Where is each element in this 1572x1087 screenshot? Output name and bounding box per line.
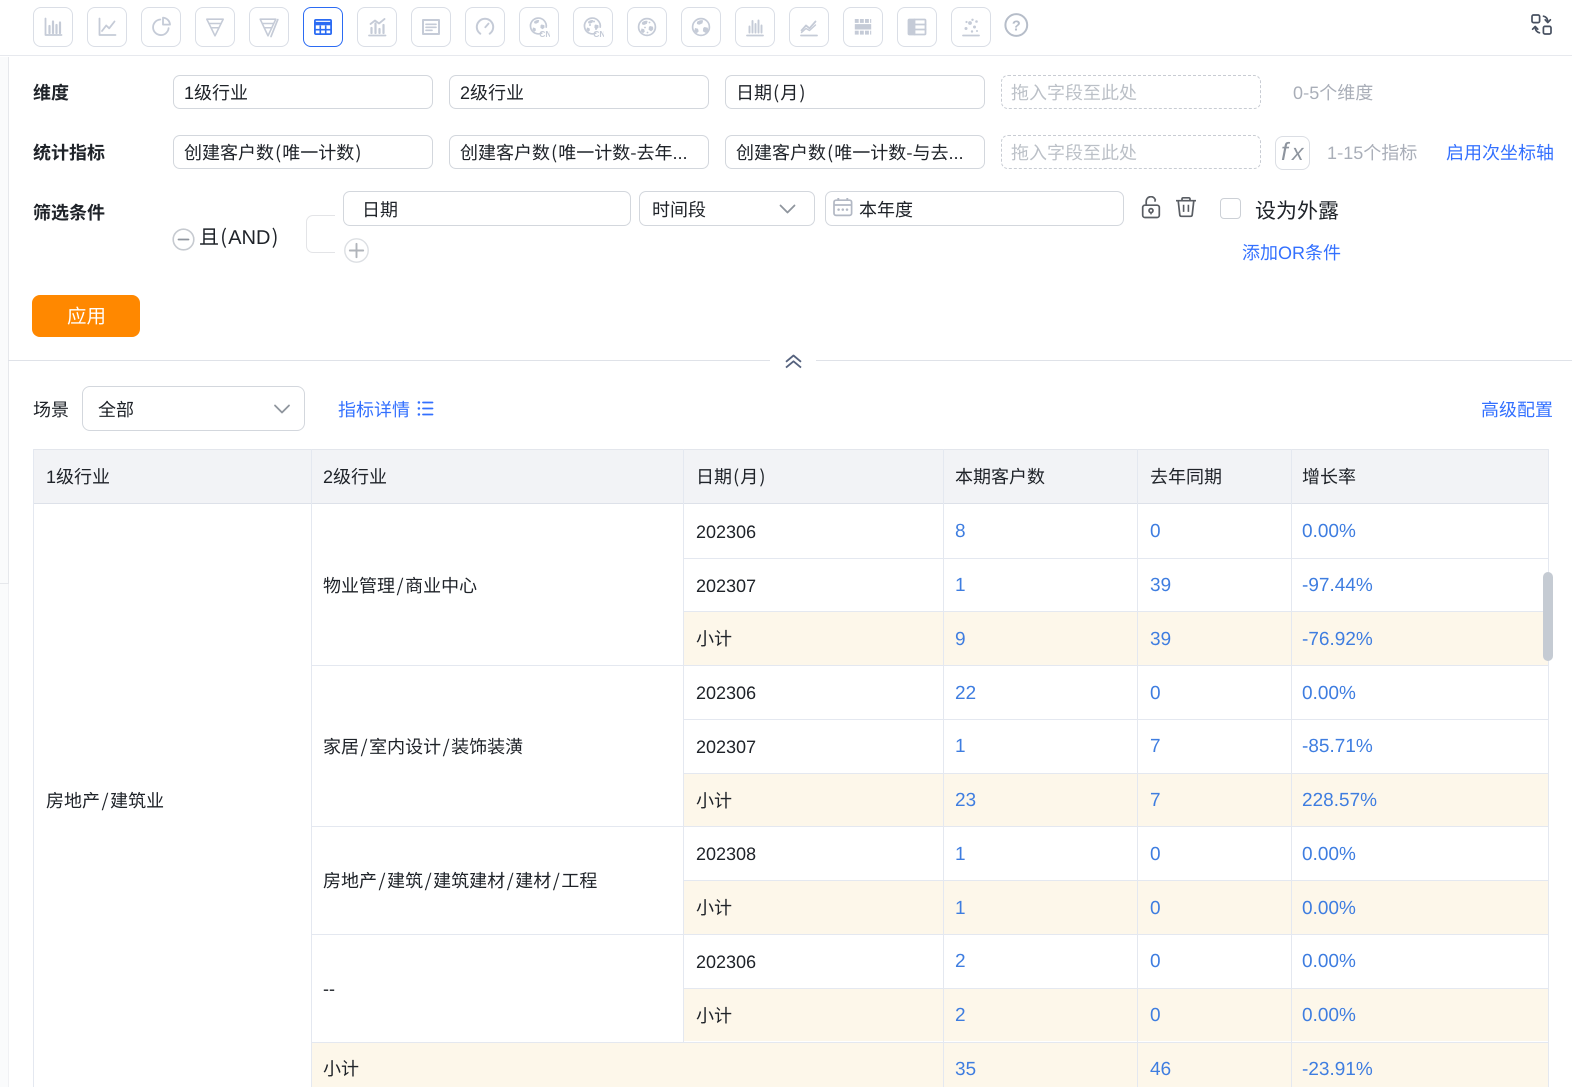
svg-text:CN: CN xyxy=(593,29,604,38)
svg-text:CN: CN xyxy=(539,29,550,38)
svg-text:?: ? xyxy=(1012,18,1021,34)
